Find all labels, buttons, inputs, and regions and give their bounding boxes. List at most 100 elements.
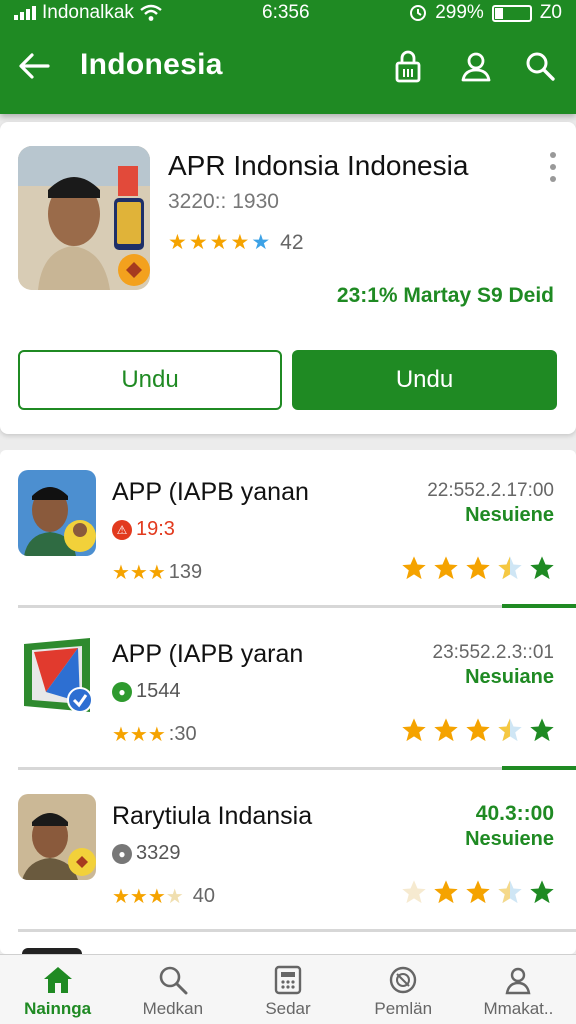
nav-label: Sedar (265, 999, 311, 1018)
divider-accent (502, 604, 576, 608)
user-icon: ● (112, 843, 132, 864)
rating-count: 40 (192, 885, 215, 907)
star-icon (434, 718, 458, 742)
network-type: Z0 (539, 2, 562, 23)
download-button[interactable]: Undu (292, 350, 557, 410)
nav-label: Medkan (142, 999, 204, 1018)
app-thumbnail (18, 470, 96, 556)
app-rating: ★★★ 139 (112, 560, 202, 585)
app-list: APP (IAPB yanan ⚠ 19:3 ★★★ 139 22:552.2.… (0, 450, 576, 954)
calculator-icon (271, 963, 305, 997)
home-icon (41, 963, 75, 997)
star-half-icon (498, 556, 522, 580)
rating-count: 139 (168, 561, 203, 583)
download-outline-button[interactable]: Undu (18, 350, 282, 410)
star-icon: ★ (230, 231, 250, 254)
lock-icon[interactable] (388, 46, 428, 86)
star-faded-icon (402, 880, 426, 904)
app-time: 40.3::00 (475, 802, 554, 825)
app-meta-value: 19:3 (136, 518, 175, 540)
star-icon: ★ (188, 231, 208, 254)
featured-note: 23:1% Martay S9 Deid (336, 284, 554, 307)
person-icon (501, 963, 535, 997)
star-icon (402, 718, 426, 742)
featured-app-title: APR Indonsia Indonesia (168, 150, 469, 181)
star-half-icon (498, 718, 522, 742)
profile-icon[interactable] (456, 46, 496, 86)
nav-item-profile[interactable]: Mmakat.. (461, 955, 576, 1024)
app-title: APP (IAPB yanan (112, 478, 309, 506)
star-icon (466, 718, 490, 742)
star-icon (434, 880, 458, 904)
alarm-icon (410, 5, 427, 21)
app-thumbnail (18, 794, 96, 880)
nav-label: Pemlän (374, 999, 433, 1018)
star-half-icon (498, 880, 522, 904)
featured-app-subtitle: 3220:: 1930 (168, 190, 279, 213)
back-arrow-icon[interactable] (14, 46, 54, 86)
nav-item-home[interactable]: Nainnga (0, 955, 115, 1024)
app-meta: ● 1544 (112, 680, 181, 703)
featured-app-thumbnail (18, 146, 150, 290)
star-icon: ★★★ (112, 562, 166, 584)
star-icon: ★ (251, 231, 271, 254)
rating-stars (400, 554, 556, 582)
star-icon (466, 556, 490, 580)
star-icon (434, 556, 458, 580)
app-title: APP (IAPB yaran (112, 640, 304, 668)
carrier-name: Indonalkak (42, 2, 134, 23)
star-icon (530, 556, 554, 580)
signal-icon (14, 6, 36, 20)
app-title: Rarytiula Indansia (112, 802, 313, 830)
divider (18, 929, 576, 932)
featured-app-card[interactable]: APR Indonsia Indonesia 3220:: 1930 ★ ★ ★… (0, 122, 576, 434)
list-item[interactable]: APP (IAPB yanan ⚠ 19:3 ★★★ 139 22:552.2.… (0, 450, 576, 608)
compass-icon (386, 963, 420, 997)
nav-item-compass[interactable]: Pemlän (346, 955, 461, 1024)
battery-percent: 299% (435, 2, 484, 23)
app-meta: ⚠ 19:3 (112, 518, 175, 541)
more-options-icon[interactable] (546, 152, 560, 182)
app-rating: ★★★ ★ 40 (112, 884, 215, 909)
app-rating: ★★★ :30 (112, 722, 197, 747)
rating-stars (400, 716, 556, 744)
search-icon (156, 963, 190, 997)
star-icon (530, 718, 554, 742)
rating-count: :30 (168, 723, 197, 745)
wifi-icon (140, 4, 162, 21)
star-icon: ★ (209, 231, 229, 254)
star-icon (402, 556, 426, 580)
bottom-navigation: Nainnga Medkan Sedar Pemlän Mmakat.. (0, 954, 576, 1024)
alert-icon: ⚠ (112, 519, 132, 540)
star-icon: ★★★ (112, 886, 166, 908)
status-bar: Indonalkak 6:356 299% Z0 (0, 0, 576, 26)
divider-accent (502, 766, 576, 770)
nav-item-calculator[interactable]: Sedar (230, 955, 345, 1024)
app-meta-value: 1544 (136, 680, 181, 702)
app-time: 22:552.2.17:00 (427, 480, 554, 501)
star-icon: ★ (168, 231, 187, 254)
app-status: Nesuiane (465, 666, 554, 688)
star-icon (530, 880, 554, 904)
nav-item-search[interactable]: Medkan (115, 955, 230, 1024)
star-faded-icon: ★ (165, 886, 184, 908)
nav-label: Mmakat.. (483, 999, 554, 1018)
nav-label: Nainnga (24, 999, 92, 1018)
app-header: Indonalkak 6:356 299% Z0 Indonesia (0, 0, 576, 114)
app-meta-value: 3329 (136, 842, 181, 864)
list-item[interactable]: APP (IAPB yaran ● 1544 ★★★ :30 23:552.2.… (0, 612, 576, 770)
app-status: Nesuiene (465, 504, 554, 526)
user-icon: ● (112, 681, 132, 702)
app-thumbnail (18, 632, 96, 718)
app-meta: ● 3329 (112, 842, 181, 865)
star-icon (466, 880, 490, 904)
search-icon[interactable] (520, 46, 560, 86)
featured-rating: ★ ★ ★ ★ ★ 42 (168, 230, 304, 255)
page-title: Indonesia (80, 48, 223, 81)
divider (18, 767, 576, 770)
list-item[interactable]: Rarytiula Indansia ● 3329 ★★★ ★ 40 40.3:… (0, 774, 576, 932)
app-time: 23:552.2.3::01 (432, 642, 555, 663)
battery-icon (491, 4, 532, 22)
rating-count: 42 (280, 230, 304, 254)
star-icon: ★★★ (112, 724, 166, 746)
